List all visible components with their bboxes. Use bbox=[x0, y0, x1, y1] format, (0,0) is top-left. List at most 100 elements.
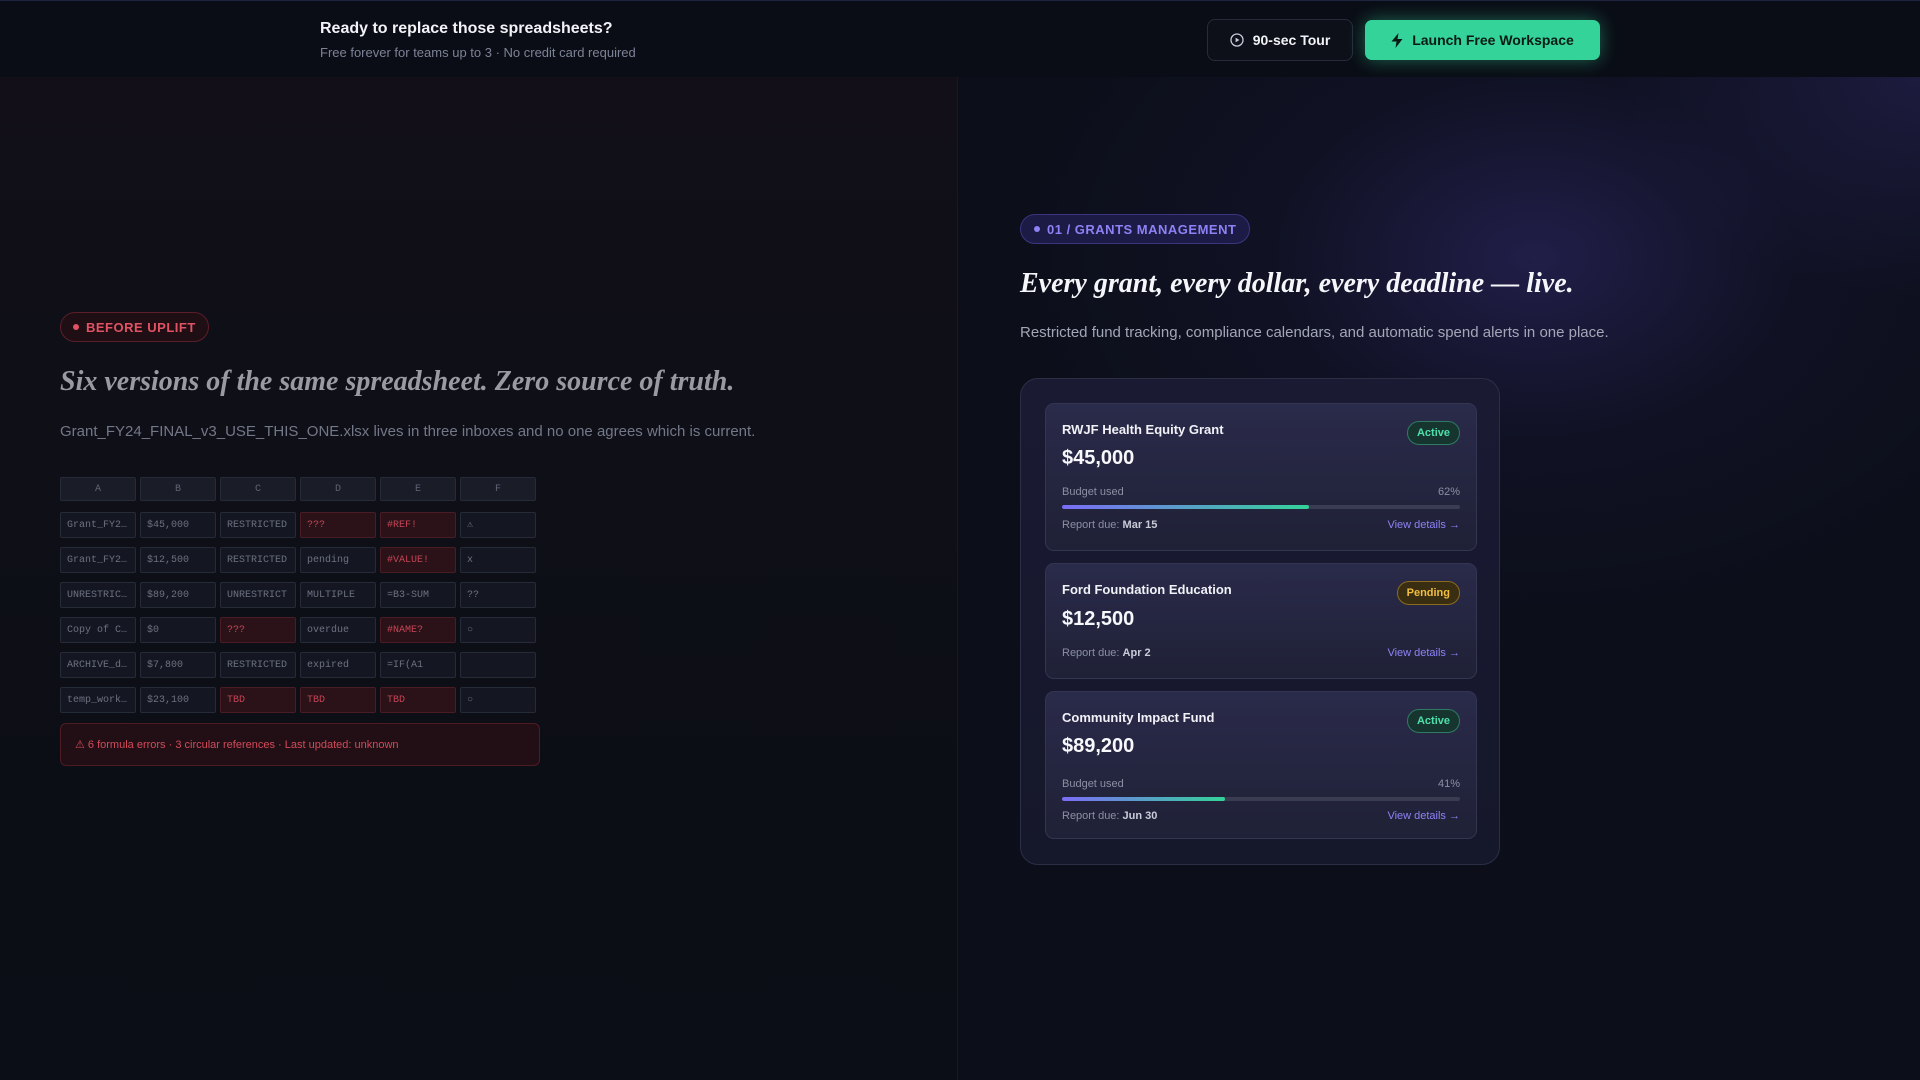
view-details-link[interactable]: View details → bbox=[1387, 810, 1460, 822]
launch-workspace-button[interactable]: Launch Free Workspace bbox=[1365, 20, 1600, 60]
report-date: Mar 15 bbox=[1122, 519, 1158, 531]
status-badge: Active bbox=[1406, 709, 1460, 733]
budget-label: Budget used bbox=[1062, 486, 1124, 498]
spreadsheet-row: Copy of C… $0 ??? overdue #NAME? ○ bbox=[60, 617, 536, 643]
spreadsheet-cell: overdue bbox=[300, 617, 376, 643]
spreadsheet-cell: expired bbox=[300, 652, 376, 678]
before-body: Grant_FY24_FINAL_v3_USE_THIS_ONE.xlsx li… bbox=[60, 423, 756, 440]
spreadsheet-cell: $89,200 bbox=[140, 582, 216, 608]
grant-card[interactable]: Ford Foundation Education Pending $12,50… bbox=[1045, 563, 1477, 679]
budget-percent: 62% bbox=[1437, 486, 1460, 498]
spreadsheet-error-cell: #REF! bbox=[380, 512, 456, 538]
spreadsheet-cell: ○ bbox=[460, 617, 536, 643]
column-header: F bbox=[460, 477, 536, 501]
play-circle-icon bbox=[1230, 33, 1244, 47]
grants-dashboard: RWJF Health Equity Grant Active $45,000 … bbox=[1020, 378, 1500, 865]
grant-name: Community Impact Fund bbox=[1062, 710, 1215, 725]
grant-card[interactable]: Community Impact Fund Active $89,200 Bud… bbox=[1045, 691, 1477, 839]
budget-progress-bar bbox=[1062, 797, 1460, 801]
before-pill-label: BEFORE UPLIFT bbox=[86, 319, 196, 335]
spreadsheet-header-row: A B C D E F bbox=[60, 477, 536, 501]
spreadsheet-cell: x bbox=[460, 547, 536, 573]
status-badge: Active bbox=[1406, 421, 1460, 445]
spreadsheet-error-cell: #VALUE! bbox=[380, 547, 456, 573]
before-dot-icon bbox=[73, 324, 79, 330]
spreadsheet-row: temp_work… $23,100 TBD TBD TBD ○ bbox=[60, 687, 536, 713]
spreadsheet-cell: Grant_FY2… bbox=[60, 512, 136, 538]
view-details-link[interactable]: View details → bbox=[1387, 519, 1460, 531]
cta-bar: Ready to replace those spreadsheets? Fre… bbox=[0, 0, 1920, 77]
spreadsheet-mock: A B C D E F Grant_FY2… $45,000 RESTRICTE… bbox=[60, 477, 536, 722]
report-date: Jun 30 bbox=[1122, 810, 1158, 822]
column-header: A bbox=[60, 477, 136, 501]
status-badge: Pending bbox=[1396, 581, 1460, 605]
spreadsheet-cell: $7,800 bbox=[140, 652, 216, 678]
spreadsheet-error-cell: #NAME? bbox=[380, 617, 456, 643]
spreadsheet-cell: $12,500 bbox=[140, 547, 216, 573]
grant-name: Ford Foundation Education bbox=[1062, 582, 1232, 597]
report-due: Report due: Apr 2 bbox=[1062, 647, 1151, 659]
spreadsheet-error-cell: ??? bbox=[300, 512, 376, 538]
spreadsheet-cell: ARCHIVE_d… bbox=[60, 652, 136, 678]
spreadsheet-cell: MULTIPLE bbox=[300, 582, 376, 608]
spreadsheet-cell: RESTRICTED bbox=[220, 547, 296, 573]
report-date: Apr 2 bbox=[1122, 647, 1151, 659]
before-pill: BEFORE UPLIFT bbox=[60, 312, 209, 342]
report-label: Report due: bbox=[1062, 647, 1120, 659]
spreadsheet-row: UNRESTRIC… $89,200 UNRESTRICT MULTIPLE =… bbox=[60, 582, 536, 608]
spreadsheet-cell: $45,000 bbox=[140, 512, 216, 538]
budget-progress-fill bbox=[1062, 505, 1309, 509]
spreadsheet-cell: =B3-SUM bbox=[380, 582, 456, 608]
spreadsheet-error-cell: TBD bbox=[220, 687, 296, 713]
cta-title: Ready to replace those spreadsheets? bbox=[320, 20, 613, 37]
grant-amount: $12,500 bbox=[1062, 608, 1135, 630]
grant-amount: $89,200 bbox=[1062, 735, 1135, 757]
spreadsheet-cell: ?? bbox=[460, 582, 536, 608]
spreadsheet-cell: temp_work… bbox=[60, 687, 136, 713]
grant-amount: $45,000 bbox=[1062, 447, 1135, 469]
report-label: Report due: bbox=[1062, 519, 1120, 531]
spreadsheet-error-cell: ??? bbox=[220, 617, 296, 643]
cta-subtitle: Free forever for teams up to 3 · No cred… bbox=[320, 45, 636, 60]
column-header: C bbox=[220, 477, 296, 501]
spreadsheet-cell: ⚠ bbox=[460, 512, 536, 538]
column-header: D bbox=[300, 477, 376, 501]
column-header: E bbox=[380, 477, 456, 501]
spreadsheet-row: Grant_FY2… $45,000 RESTRICTED ??? #REF! … bbox=[60, 512, 536, 538]
spreadsheet-cell: ○ bbox=[460, 687, 536, 713]
view-details-link[interactable]: View details → bbox=[1387, 647, 1460, 659]
report-due: Report due: Jun 30 bbox=[1062, 810, 1157, 822]
budget-progress-fill bbox=[1062, 797, 1226, 801]
tour-button[interactable]: 90-sec Tour bbox=[1207, 19, 1353, 61]
budget-label: Budget used bbox=[1062, 778, 1124, 790]
budget-progress-bar bbox=[1062, 505, 1460, 509]
launch-button-label: Launch Free Workspace bbox=[1412, 32, 1574, 48]
grant-name: RWJF Health Equity Grant bbox=[1062, 422, 1224, 437]
spreadsheet-cell: UNRESTRIC… bbox=[60, 582, 136, 608]
spreadsheet-cell: $0 bbox=[140, 617, 216, 643]
after-heading: Every grant, every dollar, every deadlin… bbox=[1020, 268, 1574, 299]
column-header: B bbox=[140, 477, 216, 501]
spreadsheet-cell: UNRESTRICT bbox=[220, 582, 296, 608]
spreadsheet-cell: RESTRICTED bbox=[220, 652, 296, 678]
tour-button-label: 90-sec Tour bbox=[1252, 32, 1331, 48]
after-body: Restricted fund tracking, compliance cal… bbox=[1020, 324, 1609, 341]
grants-dot-icon bbox=[1034, 226, 1040, 232]
grants-pill-label: 01 / GRANTS MANAGEMENT bbox=[1047, 221, 1237, 237]
spreadsheet-error-cell: TBD bbox=[300, 687, 376, 713]
spreadsheet-row: ARCHIVE_d… $7,800 RESTRICTED expired =IF… bbox=[60, 652, 536, 678]
grants-pill: 01 / GRANTS MANAGEMENT bbox=[1020, 214, 1251, 244]
report-due: Report due: Mar 15 bbox=[1062, 519, 1157, 531]
spreadsheet-cell: pending bbox=[300, 547, 376, 573]
grant-card[interactable]: RWJF Health Equity Grant Active $45,000 … bbox=[1045, 403, 1477, 551]
spreadsheet-cell: $23,100 bbox=[140, 687, 216, 713]
spreadsheet-cell: Copy of C… bbox=[60, 617, 136, 643]
error-banner: ⚠ 6 formula errors · 3 circular referenc… bbox=[60, 723, 540, 766]
spreadsheet-cell: =IF(A1 bbox=[380, 652, 456, 678]
spreadsheet-cell: RESTRICTED bbox=[220, 512, 296, 538]
spreadsheet-error-cell: TBD bbox=[380, 687, 456, 713]
lightning-icon bbox=[1391, 32, 1403, 48]
before-heading: Six versions of the same spreadsheet. Ze… bbox=[60, 366, 735, 397]
report-label: Report due: bbox=[1062, 810, 1120, 822]
budget-percent: 41% bbox=[1437, 778, 1460, 790]
